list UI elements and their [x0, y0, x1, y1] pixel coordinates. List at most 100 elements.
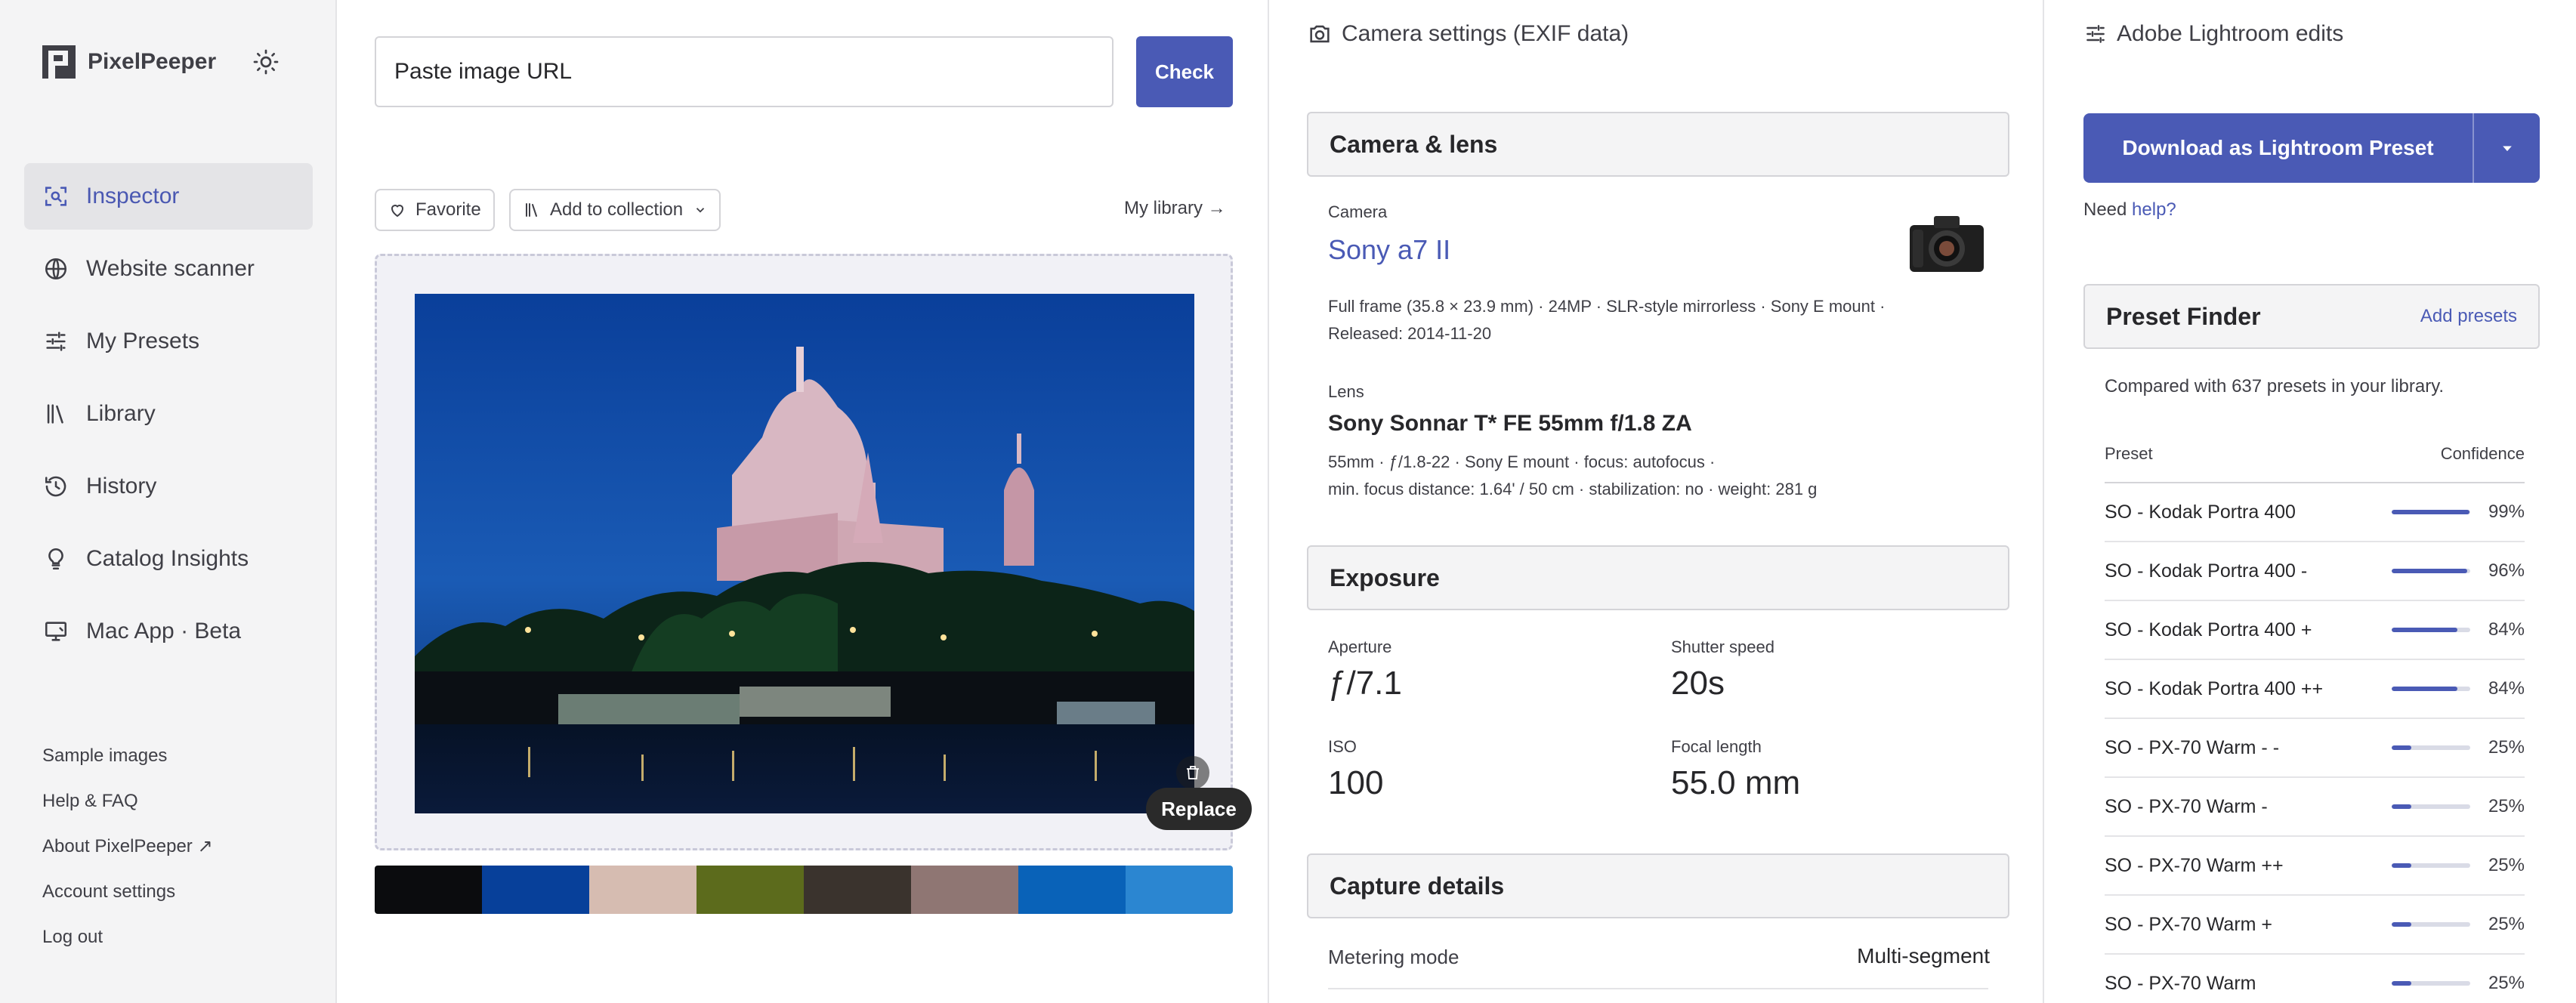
brand[interactable]: PixelPeeper — [41, 44, 216, 80]
inspected-photo — [415, 294, 1194, 813]
help-link[interactable]: help? — [2132, 199, 2176, 220]
confidence-value: 25% — [2488, 855, 2525, 875]
palette-swatch — [589, 866, 697, 914]
inspector-panel: Check Favorite Add to collection My libr… — [338, 0, 1269, 1003]
download-preset-button[interactable]: Download as Lightroom Preset — [2083, 113, 2540, 183]
lens-meta-line: 55mm · ƒ/1.8-22 · Sony E mount · focus: … — [1328, 452, 1716, 471]
lens-meta: 55mm · ƒ/1.8-22 · Sony E mount · focus: … — [1328, 449, 1817, 503]
confidence-fill — [2392, 510, 2469, 514]
preset-name: SO - PX-70 Warm - - — [2105, 736, 2280, 758]
compared-note: Compared with 637 presets in your librar… — [2105, 376, 2445, 397]
lightbulb-icon — [48, 548, 63, 570]
confidence-fill — [2392, 569, 2467, 573]
camera-meta-line: Full frame (35.8 × 23.9 mm) · 24MP · SLR… — [1328, 297, 1886, 316]
replace-image-button[interactable]: Replace — [1146, 788, 1252, 830]
theme-toggle-button[interactable] — [249, 45, 283, 79]
preset-name: SO - PX-70 Warm ++ — [2105, 854, 2284, 876]
focal-length-value: 55.0 mm — [1671, 764, 1801, 801]
caret-down-icon — [2502, 146, 2512, 152]
link-log-out[interactable]: Log out — [42, 921, 213, 967]
preset-name: SO - Kodak Portra 400 — [2105, 501, 2296, 523]
preset-row[interactable]: SO - PX-70 Warm + 25% — [2105, 896, 2525, 955]
confidence-fill — [2392, 922, 2411, 927]
palette-swatch — [375, 866, 482, 914]
preset-table-header: Preset Confidence — [2105, 444, 2525, 464]
preset-row[interactable]: SO - Kodak Portra 400 - 96% — [2105, 542, 2525, 601]
camera-label: Camera — [1328, 202, 1388, 221]
confidence-fill — [2392, 745, 2411, 750]
favorite-label: Favorite — [415, 199, 481, 220]
nav-item-library[interactable]: Library — [24, 381, 313, 447]
preset-row[interactable]: SO - Kodak Portra 400 99% — [2105, 483, 2525, 542]
nav-item-website-scanner[interactable]: Website scanner — [24, 236, 313, 302]
add-to-collection-button[interactable]: Add to collection — [509, 189, 721, 231]
preset-row[interactable]: SO - Kodak Portra 400 + 84% — [2105, 601, 2525, 660]
link-sample-images[interactable]: Sample images — [42, 740, 213, 785]
confidence-fill — [2392, 687, 2458, 691]
iso-label: ISO — [1328, 737, 1357, 756]
nav-item-mac-app[interactable]: Mac App · Beta — [24, 598, 313, 665]
my-library-link[interactable]: My library → — [1124, 198, 1226, 219]
link-account-settings[interactable]: Account settings — [42, 876, 213, 921]
sliders-icon — [46, 332, 66, 351]
brand-name: PixelPeeper — [88, 49, 217, 74]
preset-row[interactable]: SO - PX-70 Warm - - 25% — [2105, 719, 2525, 778]
confidence-bar — [2392, 922, 2470, 927]
exposure-card-title: Exposure — [1307, 545, 2009, 610]
camera-lens-card-title: Camera & lens — [1307, 112, 2009, 177]
preset-row[interactable]: SO - PX-70 Warm 25% — [2105, 955, 2525, 1003]
add-presets-link[interactable]: Add presets — [2420, 306, 2517, 327]
download-options-toggle[interactable] — [2474, 140, 2540, 156]
confidence-bar — [2392, 628, 2470, 632]
nav-item-my-presets[interactable]: My Presets — [24, 308, 313, 375]
lens-label: Lens — [1328, 382, 1364, 401]
need-help-text: Need help? — [2083, 199, 2176, 221]
nav-item-label: Website scanner — [86, 256, 255, 281]
camera-meta-line: Released: 2014-11-20 — [1328, 324, 1492, 343]
confidence-fill — [2392, 628, 2458, 632]
sidebar: PixelPeeper Inspector Website scanner My… — [0, 0, 337, 1003]
confidence-bar — [2392, 804, 2470, 809]
link-about[interactable]: About PixelPeeper ↗ — [42, 831, 213, 876]
delete-image-button[interactable] — [1176, 756, 1209, 789]
library-icon — [526, 203, 537, 217]
lens-meta-line: min. focus distance: 1.64' / 50 cm · sta… — [1328, 480, 1818, 498]
preset-name: SO - Kodak Portra 400 + — [2105, 619, 2312, 640]
preset-name: SO - Kodak Portra 400 - — [2105, 560, 2308, 582]
metering-mode-label: Metering mode — [1328, 946, 1459, 968]
exif-header-title: Camera settings (EXIF data) — [1342, 21, 1629, 46]
confidence-value: 96% — [2488, 560, 2525, 581]
image-url-input[interactable] — [375, 36, 1113, 107]
aperture-value: ƒ/7.1 — [1328, 665, 1402, 702]
confidence-fill — [2392, 981, 2411, 986]
nav-item-label: Mac App · Beta — [86, 619, 242, 643]
sidebar-footer-links: Sample images Help & FAQ About PixelPeep… — [42, 740, 213, 967]
shutter-value: 20s — [1671, 665, 1725, 702]
palette-swatch — [911, 866, 1018, 914]
capture-details-card-title: Capture details — [1307, 853, 2009, 918]
aperture-label: Aperture — [1328, 637, 1392, 656]
nav-item-inspector[interactable]: Inspector — [24, 163, 313, 230]
favorite-button[interactable]: Favorite — [375, 189, 495, 231]
history-icon — [45, 476, 66, 497]
lightroom-panel: Adobe Lightroom edits Download as Lightr… — [2046, 0, 2576, 1003]
confidence-fill — [2392, 863, 2411, 868]
check-button[interactable]: Check — [1136, 36, 1233, 107]
trash-icon — [1187, 766, 1199, 779]
nav-item-catalog-insights[interactable]: Catalog Insights — [24, 526, 313, 592]
lightroom-header: Adobe Lightroom edits — [2083, 21, 2343, 47]
focal-length-label: Focal length — [1671, 737, 1762, 756]
confidence-value: 84% — [2488, 678, 2525, 699]
confidence-bar — [2392, 687, 2470, 691]
image-dropzone[interactable]: Replace — [375, 254, 1252, 850]
preset-row[interactable]: SO - PX-70 Warm ++ 25% — [2105, 837, 2525, 896]
shutter-label: Shutter speed — [1671, 637, 1774, 656]
camera-name-link[interactable]: Sony a7 II — [1328, 234, 1450, 266]
confidence-bar — [2392, 745, 2470, 750]
link-help-faq[interactable]: Help & FAQ — [42, 785, 213, 831]
preset-row[interactable]: SO - Kodak Portra 400 ++ 84% — [2105, 660, 2525, 719]
preset-row[interactable]: SO - PX-70 Warm - 25% — [2105, 778, 2525, 837]
palette-swatch — [1126, 866, 1233, 914]
confidence-value: 84% — [2488, 619, 2525, 640]
nav-item-history[interactable]: History — [24, 453, 313, 520]
